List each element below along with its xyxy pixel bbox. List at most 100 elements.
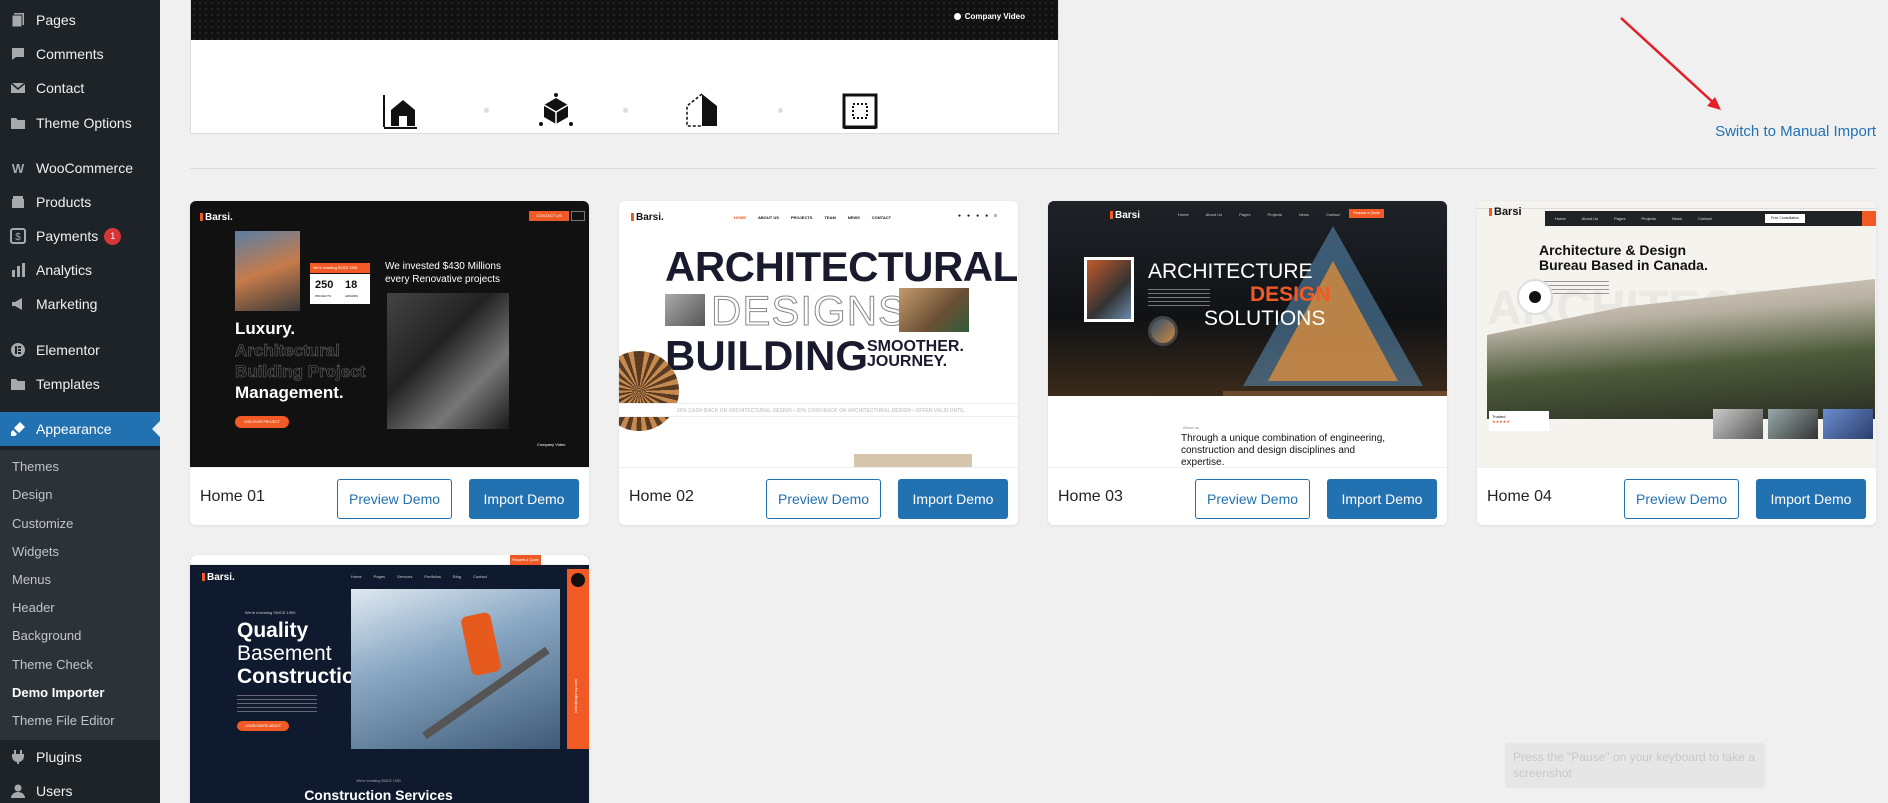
preview-demo-button[interactable]: Preview Demo — [766, 479, 881, 519]
thumb-nav: Home About Us Pages Projects News Contact — [1178, 212, 1340, 217]
submenu-item-theme-file-editor[interactable]: Theme File Editor — [12, 713, 115, 728]
demo-thumbnail[interactable]: Barsi Home About Us Pages Projects News Conta… — [1477, 201, 1876, 467]
thumb-cta-button: DISCOVER PROJECT — [235, 416, 289, 428]
thumb-nav: HOME ABOUT US PROJECTS TEAM NEWS CONTACT — [734, 215, 892, 220]
submenu-item-design[interactable]: Design — [12, 487, 52, 502]
thumb-headline: SOLUTIONS — [1204, 307, 1326, 330]
sidebar-item-comments[interactable]: Comments — [0, 37, 160, 71]
thumb-stat-projects-label: PROJECTS — [315, 294, 332, 298]
thumb-ticker: 20% CASH BACK ON ARCHITECTURAL DESIGN • … — [619, 403, 1018, 417]
thumb-email: hello@agency.com — [573, 679, 578, 713]
thumb-circle-badge — [1148, 316, 1178, 346]
demo-card-home-04: Barsi Home About Us Pages Projects News Conta… — [1477, 201, 1876, 525]
thumb-subheadline: SMOOTHER. JOURNEY. — [867, 338, 964, 371]
sidebar-item-products[interactable]: Products — [0, 185, 160, 219]
thumb-rating-box: Trusted ★★★★★ — [1489, 411, 1549, 431]
thumb-bottom-photo — [854, 454, 972, 467]
demo-card-footer: Home 02 Preview Demo Import Demo — [619, 467, 1018, 525]
thumb-photo — [665, 294, 705, 326]
sidebar-item-appearance[interactable]: Appearance — [0, 412, 160, 446]
sidebar-item-analytics[interactable]: Analytics — [0, 253, 160, 287]
analytics-icon — [0, 262, 36, 278]
import-demo-button[interactable]: Import Demo — [1756, 479, 1866, 519]
sidebar-item-woocommerce[interactable]: W WooCommerce — [0, 151, 160, 185]
folder-icon — [0, 376, 36, 392]
thumb-headline: ARCHITECTURE — [1148, 260, 1313, 283]
thumb-since-label: We're Investing SINCE 1990 — [310, 263, 370, 273]
thumb-video-label: Company Video — [537, 442, 566, 447]
megaphone-icon — [0, 296, 36, 312]
preview-demo-button[interactable]: Preview Demo — [1195, 479, 1310, 519]
sidebar-item-label: Elementor — [36, 342, 100, 358]
thumb-headline: Basement — [237, 642, 332, 665]
submenu-item-customize[interactable]: Customize — [12, 516, 73, 531]
sidebar-item-label: Users — [36, 783, 73, 799]
sidebar-item-label: Products — [36, 194, 92, 210]
demo-title: Home 02 — [629, 488, 694, 505]
appearance-submenu: Themes Design Customize Widgets Menus He… — [0, 450, 160, 740]
sidebar-item-label: WooCommerce — [36, 160, 133, 176]
demo-thumbnail[interactable]: Barsi. HOME ABOUT US PROJECTS TEAM NEWS … — [619, 201, 1018, 467]
thumb-gallery-photo — [1713, 409, 1763, 439]
company-video-link[interactable]: Company Video — [953, 12, 1025, 21]
submenu-item-header[interactable]: Header — [12, 600, 55, 615]
thumb-contact-button: CONTACT US — [529, 211, 569, 221]
submenu-item-background[interactable]: Background — [12, 628, 81, 643]
screenshot-tooltip: Press the "Pause" on your keyboard to ta… — [1505, 743, 1765, 788]
sidebar-item-payments[interactable]: $ Payments 1 — [0, 219, 160, 253]
sidebar-item-label: Contact — [36, 80, 85, 96]
thumb-subtitle: About us — [1183, 425, 1199, 430]
submenu-item-demo-importer[interactable]: Demo Importer — [12, 685, 104, 700]
thumb-headline-outline: DESIGNS — [710, 287, 908, 335]
import-demo-button[interactable]: Import Demo — [469, 479, 579, 519]
thumb-headline: Luxury. — [235, 319, 296, 338]
thumb-skyscraper-photo — [387, 293, 509, 429]
annotation-arrow-icon — [1620, 17, 1721, 110]
thumb-headline: Building Project — [235, 362, 366, 382]
demo-thumbnail[interactable]: Barsi. CONTACT US We're Investing SINCE … — [190, 201, 589, 467]
thumb-logo: Barsi — [1489, 206, 1522, 218]
thumb-logo: Barsi — [1110, 210, 1140, 221]
sidebar-item-plugins[interactable]: Plugins — [0, 740, 160, 774]
import-demo-button[interactable]: Import Demo — [898, 479, 1008, 519]
preview-demo-button[interactable]: Preview Demo — [337, 479, 452, 519]
submenu-item-menus[interactable]: Menus — [12, 572, 51, 587]
demo-title: Home 03 — [1058, 488, 1123, 505]
switch-to-manual-import-link[interactable]: Switch to Manual Import — [1715, 123, 1876, 140]
floor-plan-icon — [842, 93, 878, 129]
sidebar-item-pages[interactable]: Pages — [0, 3, 160, 37]
plugins-icon — [0, 749, 36, 765]
notification-badge: 1 — [104, 227, 122, 245]
sidebar-item-users[interactable]: Users — [0, 774, 160, 803]
thumb-nav: Home Pages Services Portfolios Blog Contact — [351, 574, 487, 579]
play-icon — [953, 13, 961, 20]
sidebar-item-contact[interactable]: Contact — [0, 71, 160, 105]
submenu-item-widgets[interactable]: Widgets — [12, 544, 59, 559]
demo-card-footer: Home 03 Preview Demo Import Demo — [1048, 467, 1447, 525]
contact-icon — [0, 80, 36, 96]
sidebar-item-theme-options[interactable]: Theme Options — [0, 106, 160, 140]
demo-thumbnail[interactable]: Request a Quote Barsi. Home Pages Services… — [190, 555, 589, 803]
sidebar-item-elementor[interactable]: Elementor — [0, 333, 160, 367]
demo-title: Home 01 — [200, 488, 265, 505]
thumb-since-label: We're investing SINCE 1990 — [245, 610, 296, 615]
sidebar-item-label: Pages — [36, 12, 76, 28]
pages-icon — [0, 12, 36, 28]
company-video-label: Company Video — [964, 12, 1025, 21]
submenu-item-themes[interactable]: Themes — [12, 459, 59, 474]
thumb-worker-photo — [351, 589, 560, 749]
sidebar-item-label: Analytics — [36, 262, 93, 278]
thumb-body-text: Through a unique combination of engineer… — [1181, 433, 1386, 467]
thumb-photo — [1084, 257, 1134, 322]
sidebar-item-marketing[interactable]: Marketing — [0, 287, 160, 321]
demo-thumbnail[interactable]: Barsi Home About Us Pages Projects News Conta… — [1048, 201, 1447, 467]
sidebar-item-label: Marketing — [36, 296, 98, 312]
users-icon — [0, 783, 36, 799]
sidebar-item-templates[interactable]: Templates — [0, 367, 160, 401]
thumb-headline: Quality — [237, 619, 309, 642]
submenu-item-theme-check[interactable]: Theme Check — [12, 657, 93, 672]
thumb-headline: ARCHITECTURAL — [665, 243, 1018, 290]
preview-demo-button[interactable]: Preview Demo — [1624, 479, 1739, 519]
demo-card-home-02: Barsi. HOME ABOUT US PROJECTS TEAM NEWS … — [619, 201, 1018, 525]
import-demo-button[interactable]: Import Demo — [1327, 479, 1437, 519]
